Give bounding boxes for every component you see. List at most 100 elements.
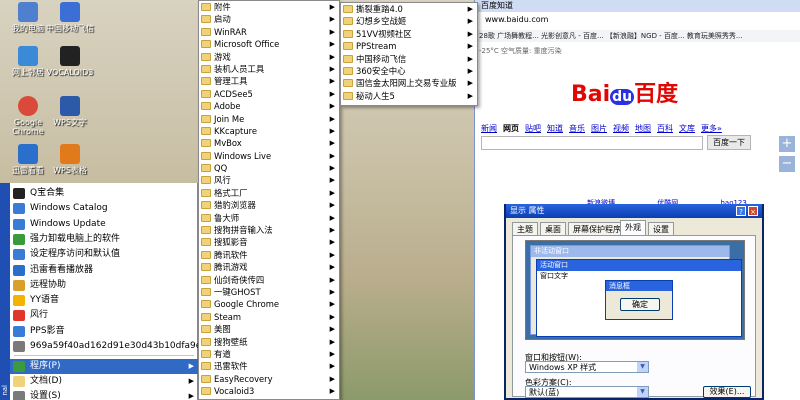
- programs-menu-item[interactable]: Microsoft Office ▶: [199, 38, 339, 50]
- programs-menu-item[interactable]: 管理工具 ▶: [199, 75, 339, 87]
- nav-link[interactable]: 更多»: [701, 124, 722, 133]
- start-menu-item[interactable]: Windows Update: [10, 217, 198, 232]
- programs-menu-item[interactable]: 搜狐影音 ▶: [199, 236, 339, 248]
- close-icon[interactable]: ×: [748, 206, 758, 216]
- nav-link[interactable]: 图片: [591, 124, 607, 133]
- vocaloid-icon[interactable]: VOCALOID3: [46, 46, 94, 77]
- start-menu-item[interactable]: Windows Catalog: [10, 201, 198, 216]
- search-input[interactable]: [481, 136, 703, 150]
- folder-icon: [201, 114, 211, 123]
- programs-menu-item[interactable]: 风行 ▶: [199, 174, 339, 186]
- nav-link[interactable]: 知道: [547, 124, 563, 133]
- tab-desktop[interactable]: 桌面: [540, 222, 566, 235]
- url-field[interactable]: www.baidu.com: [485, 15, 548, 24]
- start-menu-item[interactable]: 迅雷看看播放器: [10, 263, 198, 278]
- start-menu-item[interactable]: 远程协助: [10, 278, 198, 293]
- nav-link[interactable]: 网页: [503, 124, 519, 133]
- submenu-arrow-icon: ▶: [467, 91, 473, 100]
- programs-menu-item[interactable]: 装机人员工具 ▶: [199, 63, 339, 75]
- programs-menu-item[interactable]: WinRAR ▶: [199, 26, 339, 38]
- fetion-icon[interactable]: 中国移动飞信: [46, 2, 94, 33]
- programs-menu-item[interactable]: 迅雷软件 ▶: [199, 360, 339, 372]
- programs-menu-item[interactable]: 搜狗壁纸 ▶: [199, 336, 339, 348]
- folder-icon: [343, 42, 353, 51]
- program-icon: [13, 341, 25, 352]
- submenu-item[interactable]: 51VV视频社区 ▶: [341, 28, 477, 40]
- start-menu-item[interactable]: 设定程序访问和默认值: [10, 247, 198, 262]
- programs-menu-item[interactable]: Steam ▶: [199, 311, 339, 323]
- programs-menu-item[interactable]: 仙剑奇侠传四 ▶: [199, 274, 339, 286]
- plus-icon[interactable]: +: [779, 136, 795, 152]
- programs-menu-item[interactable]: 一键GHOST ▶: [199, 286, 339, 298]
- chrome-icon[interactable]: Google Chrome: [4, 96, 52, 136]
- programs-menu-item[interactable]: 腾讯软件 ▶: [199, 249, 339, 261]
- programs-menu-item[interactable]: QQ ▶: [199, 162, 339, 174]
- start-menu-item-settings[interactable]: 设置(S) ▶: [10, 389, 198, 400]
- nav-link[interactable]: 地图: [635, 124, 651, 133]
- tab-screensaver[interactable]: 屏幕保护程序: [568, 222, 626, 235]
- programs-menu-item[interactable]: 搜狗拼音输入法 ▶: [199, 224, 339, 236]
- programs-menu-item[interactable]: 游戏 ▶: [199, 51, 339, 63]
- programs-menu-item[interactable]: 有道 ▶: [199, 348, 339, 360]
- submenu-item[interactable]: 中国移动飞信 ▶: [341, 53, 477, 65]
- effects-button[interactable]: 效果(E)...: [703, 386, 751, 398]
- submenu-item[interactable]: 秘动人生5 ▶: [341, 90, 477, 102]
- programs-menu-item[interactable]: Adobe ▶: [199, 100, 339, 112]
- submenu-item[interactable]: 幻想乡空战姬 ▶: [341, 15, 477, 27]
- nav-link[interactable]: 文库: [679, 124, 695, 133]
- programs-menu-item[interactable]: ACDSee5 ▶: [199, 88, 339, 100]
- start-menu-item[interactable]: 风行: [10, 308, 198, 323]
- xunlei-kankan-icon[interactable]: 迅雷看看: [4, 144, 52, 175]
- submenu-item[interactable]: 国信金太阳网上交易专业版 ▶: [341, 77, 477, 89]
- nav-link[interactable]: 新闻: [481, 124, 497, 133]
- my-computer-icon[interactable]: 我的电脑: [4, 2, 52, 33]
- network-places-icon[interactable]: 网上邻居: [4, 46, 52, 77]
- tab-theme[interactable]: 主题: [512, 222, 538, 235]
- wps-sheet-icon[interactable]: WPS表格: [46, 144, 94, 175]
- programs-menu-item[interactable]: 鲁大师 ▶: [199, 212, 339, 224]
- start-menu-item-documents[interactable]: 文档(D) ▶: [10, 374, 198, 389]
- programs-menu-item[interactable]: KKcapture ▶: [199, 125, 339, 137]
- programs-menu-item[interactable]: Google Chrome ▶: [199, 298, 339, 310]
- color-scheme-select[interactable]: 默认(蓝) ▼: [525, 386, 649, 398]
- programs-menu-item[interactable]: 附件 ▶: [199, 1, 339, 13]
- wps-writer-icon[interactable]: WPS文字: [46, 96, 94, 127]
- submenu-item[interactable]: 撕裂重踏4.0 ▶: [341, 3, 477, 15]
- programs-menu-item[interactable]: 美图 ▶: [199, 323, 339, 335]
- programs-menu-item[interactable]: MvBox ▶: [199, 137, 339, 149]
- programs-menu-item[interactable]: Join Me ▶: [199, 113, 339, 125]
- start-menu-item-programs[interactable]: 程序(P) ▶: [10, 359, 198, 374]
- bookmarks-text[interactable]: 28歌 广场舞教程... 光影创意凡 - 百度... 【新浪融】NGD - 百度…: [479, 32, 743, 40]
- start-menu-item[interactable]: 强力卸载电脑上的软件: [10, 232, 198, 247]
- submenu-item[interactable]: PPStream ▶: [341, 40, 477, 52]
- programs-menu-item[interactable]: 猎豹浏览器 ▶: [199, 199, 339, 211]
- dialog-title[interactable]: 显示 属性: [506, 204, 762, 218]
- submenu-item-label: 秘动人生5: [356, 90, 395, 101]
- programs-menu-item[interactable]: 腾讯游戏 ▶: [199, 261, 339, 273]
- windows-buttons-select[interactable]: Windows XP 样式 ▼: [525, 361, 649, 373]
- tab-appearance[interactable]: 外观: [620, 220, 646, 235]
- nav-link[interactable]: 百科: [657, 124, 673, 133]
- start-menu-item[interactable]: PPS影音: [10, 324, 198, 339]
- nav-link[interactable]: 贴吧: [525, 124, 541, 133]
- programs-menu-item[interactable]: 启动 ▶: [199, 13, 339, 25]
- browser-tab[interactable]: 百度知道: [481, 1, 513, 10]
- programs-menu-item[interactable]: Windows Live ▶: [199, 150, 339, 162]
- help-icon[interactable]: ?: [736, 206, 746, 216]
- submenu-item[interactable]: 360安全中心 ▶: [341, 65, 477, 77]
- programs-menu-item[interactable]: EasyRecovery ▶: [199, 373, 339, 385]
- folder-icon: [201, 151, 211, 160]
- submenu-item-label: 中国移动飞信: [356, 53, 407, 64]
- minus-icon[interactable]: −: [779, 156, 795, 172]
- programs-menu-item[interactable]: 格式工厂 ▶: [199, 187, 339, 199]
- search-button[interactable]: 百度一下: [707, 135, 751, 150]
- start-menu-item[interactable]: Q宝合集: [10, 186, 198, 201]
- start-menu-item[interactable]: YY语音: [10, 293, 198, 308]
- submenu-arrow-icon: ▶: [329, 263, 335, 272]
- nav-link[interactable]: 音乐: [569, 124, 585, 133]
- documents-icon: [13, 376, 25, 387]
- tab-settings[interactable]: 设置: [648, 222, 674, 235]
- nav-link[interactable]: 视频: [613, 124, 629, 133]
- start-menu-item[interactable]: 969a59f40ad162d91e30d43b10dfa9ec8b13cd4a: [10, 339, 198, 354]
- programs-menu-item[interactable]: Vocaloid3 ▶: [199, 385, 339, 397]
